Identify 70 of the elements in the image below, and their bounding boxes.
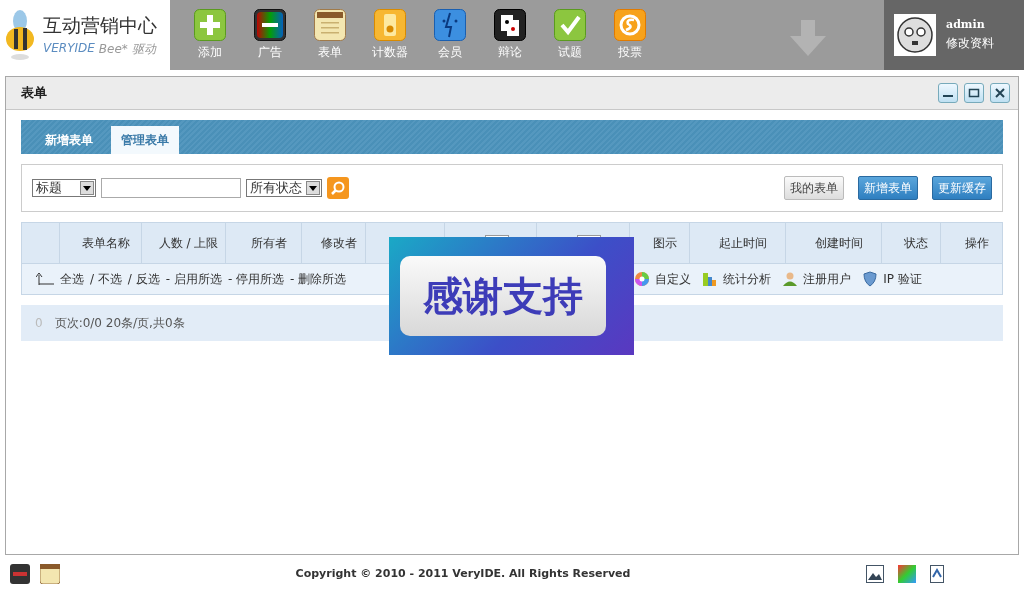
column-header: 创建时间 [814, 234, 863, 252]
maximize-icon [968, 87, 980, 99]
window-title: 表单 [21, 84, 47, 102]
brand-name: VERYIDE [43, 40, 95, 57]
edit-profile-link[interactable]: 修改资料 [946, 35, 994, 52]
caret-icon [83, 185, 91, 191]
action-button[interactable]: 新增表单 [858, 176, 918, 200]
column-header: 所有者 [250, 234, 287, 252]
legend-label: 统计分析 [723, 270, 772, 288]
bulk-action-link[interactable]: / 不选 [90, 270, 122, 288]
corner-arrow-icon [36, 273, 54, 285]
pagination-text: 页次:0/0 20条/页,共0条 [54, 314, 185, 332]
toolbar-item[interactable]: 计数器 [360, 0, 420, 61]
action-button[interactable]: 我的表单 [784, 176, 844, 200]
bulk-action-link[interactable]: - 启用所选 [165, 270, 222, 288]
document-icon[interactable] [930, 564, 944, 583]
image-icon[interactable] [866, 564, 884, 583]
toolbar-item[interactable]: 投票 [600, 0, 660, 61]
toolbar-item[interactable]: 表单 [300, 0, 360, 61]
quiz-icon [554, 9, 586, 41]
column-header: 起止时间 [718, 234, 767, 252]
user-icon [782, 271, 799, 287]
legend-label: 自定义 [655, 270, 692, 288]
maximize-button[interactable] [964, 83, 984, 103]
column-header: 人数 / 上限 [158, 234, 219, 252]
counter-icon [374, 9, 406, 41]
legend-label: 注册用户 [803, 270, 852, 288]
bar-chart-icon [702, 271, 719, 287]
field-dropdown[interactable]: 标题 [32, 179, 96, 197]
minimize-icon [943, 95, 953, 97]
minimize-button[interactable] [938, 83, 958, 103]
color-wheel-icon [634, 271, 651, 287]
toolbar-item[interactable]: 会员 [420, 0, 480, 61]
form-icon [314, 9, 346, 41]
thanks-dialog: 感谢支持 [389, 237, 634, 355]
column-header: 操作 [964, 234, 989, 252]
down-arrow-icon [788, 20, 828, 56]
avatar-icon [894, 14, 936, 56]
ttr-app-icon[interactable] [10, 563, 30, 584]
action-button[interactable]: 更新缓存 [932, 176, 992, 200]
add-icon [194, 9, 226, 41]
column-header: 状态 [904, 234, 928, 252]
close-icon [994, 87, 1006, 99]
column-header: 表单名称 [81, 234, 130, 252]
toolbar-item[interactable]: 辩论 [480, 0, 540, 61]
column-header: 图示 [652, 234, 677, 252]
record-count: 0 [35, 316, 43, 330]
legend-label: IP 验证 [883, 270, 922, 288]
close-button[interactable] [990, 83, 1010, 103]
toolbar-item[interactable]: 试题 [540, 0, 600, 61]
bulk-action-link[interactable]: 全选 [60, 270, 84, 288]
shield-icon [862, 271, 879, 287]
tagline: Bee* 驱动 [98, 40, 156, 58]
status-dropdown[interactable]: 所有状态 [246, 179, 322, 197]
bulk-action-link[interactable]: - 停用所选 [227, 270, 285, 288]
toolbar-item[interactable]: 添加 [180, 0, 240, 61]
copyright-text: Copyright © 2010 - 2011 VeryIDE. All Rights Reserved [294, 567, 632, 580]
column-header: 修改者 [320, 234, 357, 252]
bulk-action-link[interactable]: - 删除所选 [290, 270, 347, 288]
bulk-action-link[interactable]: / 反选 [127, 270, 160, 288]
tab[interactable]: 新增表单 [35, 126, 103, 154]
search-field[interactable] [101, 178, 241, 198]
color-palette-icon[interactable] [898, 564, 916, 583]
notepad-icon[interactable] [40, 563, 60, 584]
tab[interactable]: 管理表单 [111, 126, 179, 154]
app-title: 互动营销中心 [43, 12, 157, 38]
search-icon [331, 181, 345, 195]
toolbar-item[interactable]: 广告 [240, 0, 300, 61]
user-name: admin [946, 18, 986, 31]
caret-icon [309, 185, 317, 191]
